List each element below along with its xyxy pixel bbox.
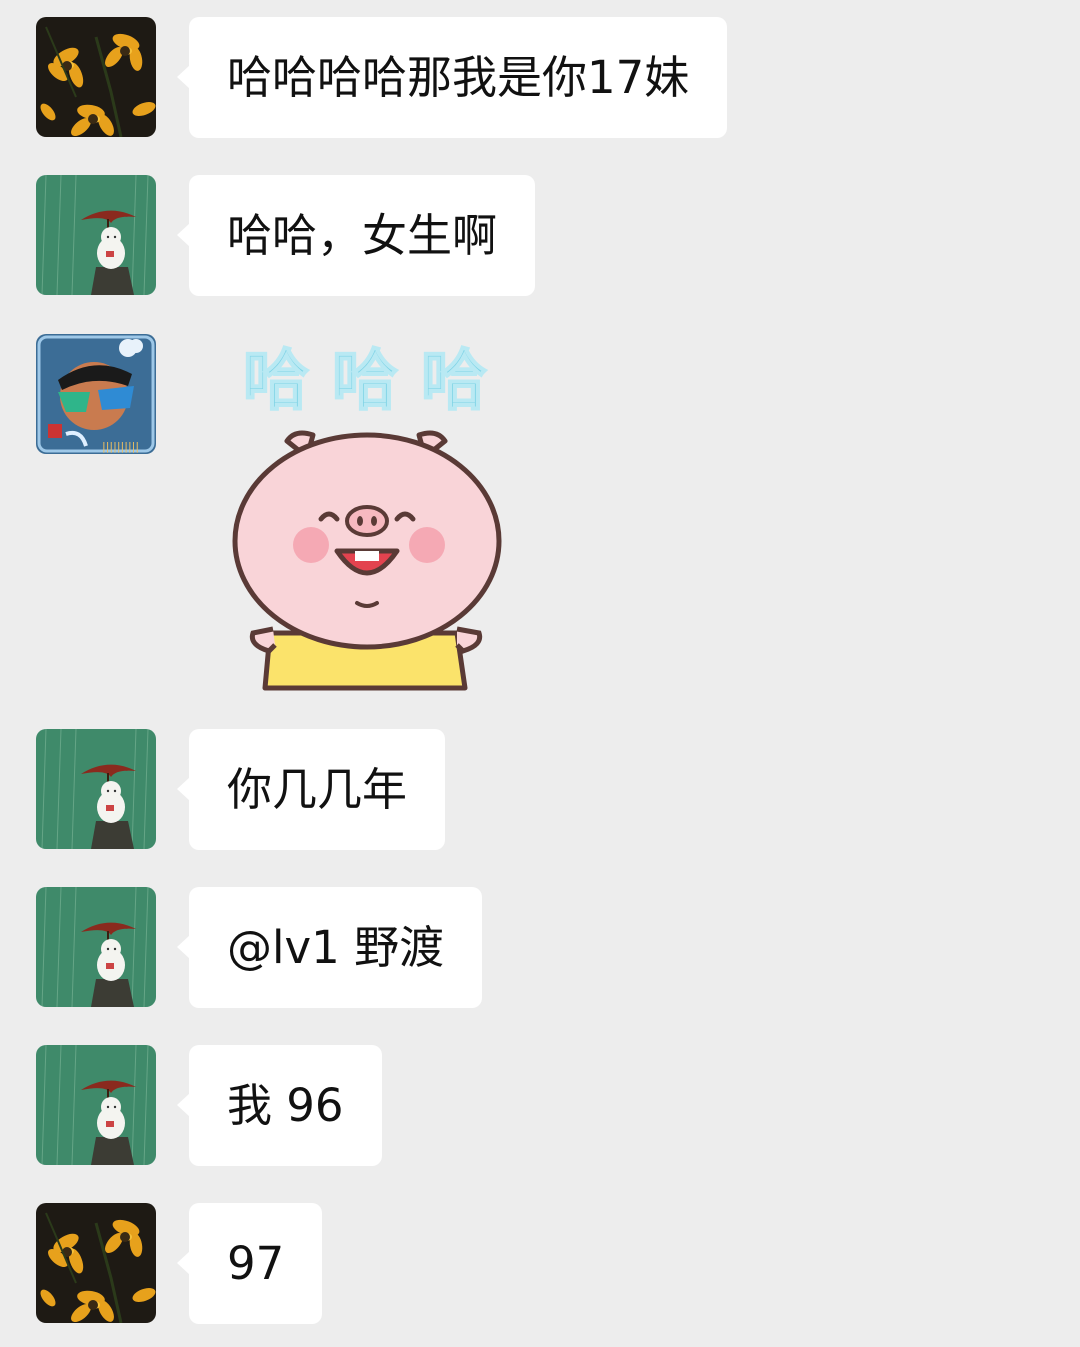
rain-pig-avatar[interactable] (36, 1045, 156, 1165)
message-bubble[interactable]: 我 96 (177, 1045, 382, 1166)
message-bubble[interactable]: 哈哈哈哈那我是你17妹 (176, 17, 728, 138)
sunglasses-avatar[interactable] (36, 334, 156, 454)
message-bubble[interactable]: 97 (176, 1203, 323, 1324)
message-bubble[interactable]: 哈哈，女生啊 (176, 175, 536, 296)
rain-pig-avatar[interactable] (36, 175, 156, 295)
message-bubble[interactable]: 你几几年 (176, 729, 446, 850)
rain-pig-avatar[interactable] (36, 729, 156, 849)
message-bubble[interactable]: @lv1 野渡 (176, 887, 483, 1008)
sunflower-avatar[interactable] (36, 1203, 156, 1323)
chat-message-list: 哈哈哈哈那我是你17妹 哈哈，女生啊 哈 哈 哈 你几几年 @lv1 野渡 我 … (0, 0, 1080, 1347)
sunflower-avatar[interactable] (36, 17, 156, 137)
sticker-caption: 哈 哈 哈 (243, 342, 487, 419)
rain-pig-avatar[interactable] (36, 887, 156, 1007)
laughing-pig-sticker[interactable]: 哈 哈 哈 (225, 333, 525, 693)
